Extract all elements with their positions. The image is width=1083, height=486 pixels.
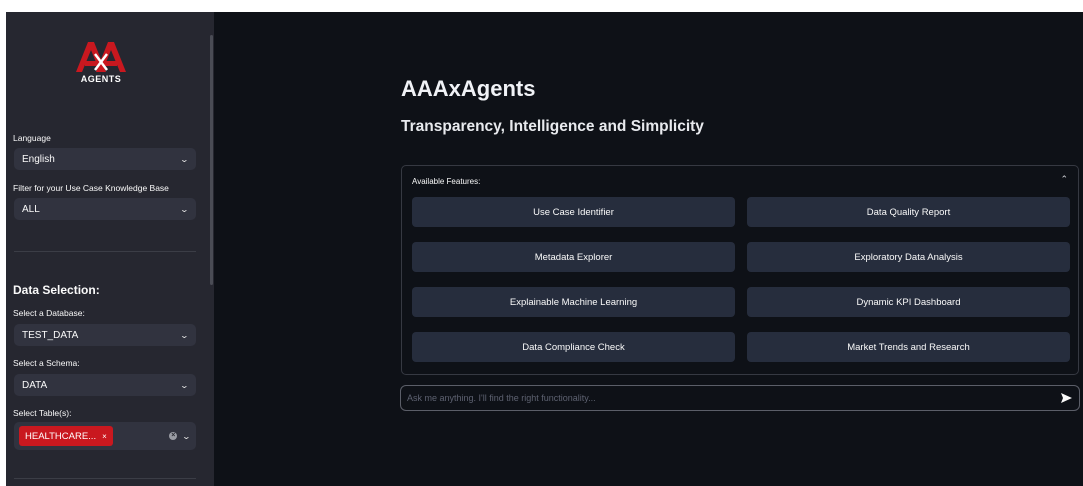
chevron-down-icon: ⌄ [179,380,190,390]
market-trends-research-button[interactable]: Market Trends and Research [747,332,1070,362]
aaa-agents-logo: AGENTS [72,38,130,88]
database-label: Select a Database: [13,308,85,318]
database-value: TEST_DATA [22,329,79,341]
language-select[interactable]: English ⌄ [14,148,196,170]
explainable-ml-button[interactable]: Explainable Machine Learning [412,287,735,317]
clear-icon[interactable]: × [169,432,178,440]
chevron-down-icon: ⌄ [179,330,190,340]
schema-label: Select a Schema: [13,358,80,368]
chevron-down-icon: ⌄ [179,204,190,214]
data-quality-report-button[interactable]: Data Quality Report [747,197,1070,227]
sidebar-divider [14,478,196,479]
features-expander: Available Features: ⌃ Use Case Identifie… [401,165,1079,375]
tables-multiselect[interactable]: HEALTHCARE... × × ⌄ [14,422,196,450]
tag-remove-icon[interactable]: × [102,432,107,441]
schema-value: DATA [22,379,48,391]
send-icon[interactable] [1059,391,1073,405]
dynamic-kpi-dashboard-button[interactable]: Dynamic KPI Dashboard [747,287,1070,317]
chat-input[interactable] [407,386,1047,410]
database-select[interactable]: TEST_DATA ⌄ [14,324,196,346]
chevron-down-icon: ⌄ [181,431,192,441]
language-label: Language [13,133,51,143]
sidebar-scrollbar[interactable] [210,35,213,285]
schema-select[interactable]: DATA ⌄ [14,374,196,396]
page-title: AAAxAgents [401,76,536,101]
data-selection-heading: Data Selection: [13,283,100,297]
chevron-up-icon[interactable]: ⌃ [1060,174,1068,185]
tables-label: Select Table(s): [13,408,72,418]
use-case-identifier-button[interactable]: Use Case Identifier [412,197,735,227]
sidebar: AGENTS Language English ⌄ Filter for you… [6,12,214,486]
table-tag[interactable]: HEALTHCARE... × [19,426,113,446]
logo-icon [76,42,126,72]
data-compliance-check-button[interactable]: Data Compliance Check [412,332,735,362]
app-window: AGENTS Language English ⌄ Filter for you… [6,12,1083,486]
chevron-down-icon: ⌄ [179,154,190,164]
filter-select[interactable]: ALL ⌄ [14,198,196,220]
exploratory-data-analysis-button[interactable]: Exploratory Data Analysis [747,242,1070,272]
language-value: English [22,153,55,165]
sidebar-divider [14,251,196,252]
chat-input-container [400,385,1080,411]
filter-value: ALL [22,203,40,215]
table-tag-label: HEALTHCARE... [25,430,97,442]
filter-label: Filter for your Use Case Knowledge Base [13,183,169,193]
features-label: Available Features: [412,177,481,186]
logo-text: AGENTS [80,74,122,84]
page-subtitle: Transparency, Intelligence and Simplicit… [401,118,704,135]
metadata-explorer-button[interactable]: Metadata Explorer [412,242,735,272]
